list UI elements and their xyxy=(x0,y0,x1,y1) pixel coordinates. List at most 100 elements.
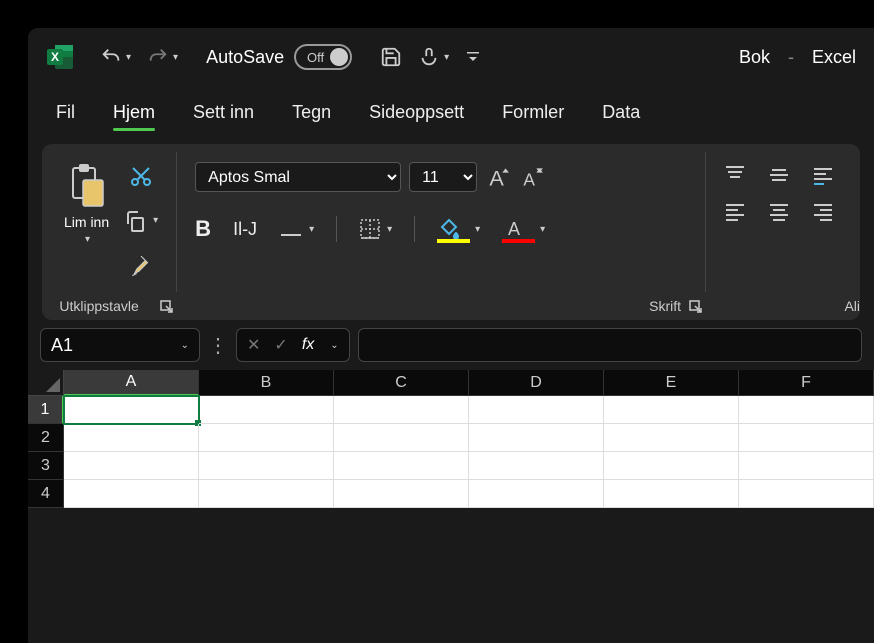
tab-pagelayout[interactable]: Sideoppsett xyxy=(369,102,464,131)
group-label-align: Ali xyxy=(706,298,860,314)
align-center-button[interactable] xyxy=(768,200,798,222)
chevron-down-icon[interactable]: ▾ xyxy=(126,52,131,63)
chevron-down-icon[interactable]: ▾ xyxy=(309,224,314,235)
title-separator: - xyxy=(788,47,794,68)
borders-button[interactable]: ▾ xyxy=(359,218,392,240)
cell-F1[interactable] xyxy=(739,396,874,424)
chevron-down-icon[interactable]: ▾ xyxy=(444,52,449,63)
chevron-down-icon[interactable]: ▾ xyxy=(153,215,158,226)
formula-input[interactable] xyxy=(358,328,862,362)
col-header-A[interactable]: A xyxy=(64,370,199,396)
cell-E2[interactable] xyxy=(604,424,739,452)
font-name-select[interactable]: Aptos Smal xyxy=(195,162,401,192)
row-header-1[interactable]: 1 xyxy=(28,396,64,424)
font-size-select[interactable]: 11 xyxy=(409,162,477,192)
cell-A1[interactable] xyxy=(64,396,199,424)
col-header-F[interactable]: F xyxy=(739,370,874,396)
svg-text:A: A xyxy=(524,170,536,190)
cell-D2[interactable] xyxy=(469,424,604,452)
cell-A2[interactable] xyxy=(64,424,199,452)
cell-E4[interactable] xyxy=(604,480,739,508)
cell-B4[interactable] xyxy=(199,480,334,508)
qat-customize-button[interactable] xyxy=(459,45,487,69)
tab-file[interactable]: Fil xyxy=(56,102,75,131)
tab-data[interactable]: Data xyxy=(602,102,640,131)
name-box[interactable]: A1 ⌄ xyxy=(40,328,200,362)
redo-button[interactable]: ▾ xyxy=(141,42,184,72)
cell-C1[interactable] xyxy=(334,396,469,424)
cell-F3[interactable] xyxy=(739,452,874,480)
tab-home[interactable]: Hjem xyxy=(113,102,155,131)
copy-button[interactable]: ▾ xyxy=(123,209,158,233)
chevron-down-icon[interactable]: ▾ xyxy=(540,224,545,235)
cell-E3[interactable] xyxy=(604,452,739,480)
align-middle-button[interactable] xyxy=(768,164,798,186)
col-header-E[interactable]: E xyxy=(604,370,739,396)
touch-mode-button[interactable]: ▾ xyxy=(412,42,455,72)
row-header-2[interactable]: 2 xyxy=(28,424,64,452)
chevron-down-icon[interactable]: ▾ xyxy=(85,234,90,245)
underline-button[interactable]: ▾ xyxy=(279,219,314,239)
group-label-clipboard: Utklippstavle xyxy=(42,298,156,314)
cell-C2[interactable] xyxy=(334,424,469,452)
cell-B1[interactable] xyxy=(199,396,334,424)
align-top-button[interactable] xyxy=(724,164,754,186)
fill-color-button[interactable]: ▾ xyxy=(437,217,480,241)
tab-formulas[interactable]: Formler xyxy=(502,102,564,131)
tab-draw[interactable]: Tegn xyxy=(292,102,331,131)
cell-A4[interactable] xyxy=(64,480,199,508)
chevron-down-icon[interactable]: ▾ xyxy=(173,52,178,63)
font-color-button[interactable]: A ▾ xyxy=(502,217,545,241)
cell-F2[interactable] xyxy=(739,424,874,452)
autosave-label: AutoSave xyxy=(206,47,284,68)
group-alignment: Ali xyxy=(706,152,860,292)
group-label-font: Skrift xyxy=(649,298,681,314)
cancel-formula-button[interactable]: ✕ xyxy=(247,335,260,355)
font-launcher-icon[interactable] xyxy=(689,300,703,314)
font-variant-button[interactable]: Il-J xyxy=(233,219,257,240)
increase-font-button[interactable]: A xyxy=(485,164,511,190)
cell-D3[interactable] xyxy=(469,452,604,480)
cell-C4[interactable] xyxy=(334,480,469,508)
cell-F4[interactable] xyxy=(739,480,874,508)
group-font: Aptos Smal 11 A A B Il-J xyxy=(177,152,706,292)
col-header-C[interactable]: C xyxy=(334,370,469,396)
formula-bar-options[interactable]: ⋮ xyxy=(208,333,228,358)
format-painter-button[interactable] xyxy=(128,254,154,280)
row-header-3[interactable]: 3 xyxy=(28,452,64,480)
tab-insert[interactable]: Sett inn xyxy=(193,102,254,131)
decrease-font-button[interactable]: A xyxy=(519,164,545,190)
cell-D4[interactable] xyxy=(469,480,604,508)
col-header-B[interactable]: B xyxy=(199,370,334,396)
app-name: Excel xyxy=(812,47,856,68)
select-all-corner[interactable] xyxy=(28,370,64,396)
toggle-knob xyxy=(330,48,348,66)
spreadsheet-grid: A B C D E F 1 2 xyxy=(28,370,874,508)
align-left-button[interactable] xyxy=(724,200,754,222)
align-right-button[interactable] xyxy=(812,200,842,222)
autosave-toggle[interactable]: Off xyxy=(294,44,352,70)
save-button[interactable] xyxy=(374,42,408,72)
cell-A3[interactable] xyxy=(64,452,199,480)
chevron-down-icon[interactable]: ⌄ xyxy=(181,340,189,351)
enter-formula-button[interactable]: ✓ xyxy=(274,335,287,355)
cell-E1[interactable] xyxy=(604,396,739,424)
cut-button[interactable] xyxy=(129,164,153,188)
fx-button[interactable]: fx xyxy=(302,336,314,354)
col-header-D[interactable]: D xyxy=(469,370,604,396)
align-bottom-button[interactable] xyxy=(812,164,842,186)
chevron-down-icon[interactable]: ▾ xyxy=(475,224,480,235)
group-clipboard: Lim inn ▾ ▾ Utklipps xyxy=(42,152,177,292)
clipboard-launcher-icon[interactable] xyxy=(160,300,174,314)
cell-B2[interactable] xyxy=(199,424,334,452)
undo-button[interactable]: ▾ xyxy=(94,42,137,72)
paste-button[interactable]: Lim inn ▾ xyxy=(60,158,113,249)
row-header-4[interactable]: 4 xyxy=(28,480,64,508)
cell-C3[interactable] xyxy=(334,452,469,480)
chevron-down-icon[interactable]: ⌄ xyxy=(330,340,338,351)
excel-logo-icon: X xyxy=(46,42,76,72)
bold-button[interactable]: B xyxy=(195,216,211,242)
cell-D1[interactable] xyxy=(469,396,604,424)
cell-B3[interactable] xyxy=(199,452,334,480)
chevron-down-icon[interactable]: ▾ xyxy=(387,224,392,235)
